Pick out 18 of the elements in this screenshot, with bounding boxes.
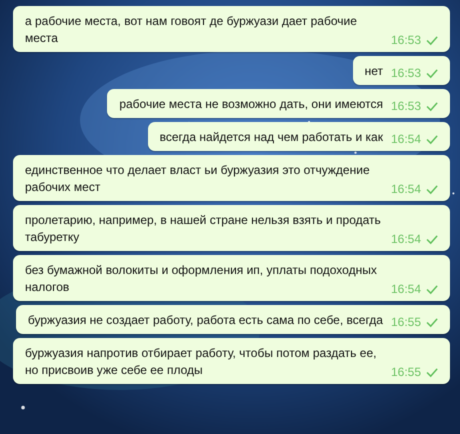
message-time: 16:55 bbox=[390, 364, 421, 380]
message-text: буржуазия напротив отбирает работу, чтобы потом раздать ее, но присвоив уже себе ее плоды bbox=[24, 345, 378, 379]
message-text: пролетарию, например, в нашей стране нельзя взять и продать табуретку bbox=[24, 212, 382, 246]
message-time: 16:55 bbox=[390, 314, 421, 330]
message-text: нет bbox=[364, 63, 383, 80]
message-time: 16:53 bbox=[390, 32, 421, 48]
message-time: 16:53 bbox=[390, 65, 421, 81]
message-text: буржуазия не создает работу, работа есть сама по себе, всегда bbox=[28, 312, 383, 329]
message-time: 16:54 bbox=[390, 231, 421, 247]
message-time: 16:53 bbox=[390, 98, 421, 114]
message-time: 16:54 bbox=[390, 181, 421, 197]
message-text: всегда найдется над чем работать и как bbox=[160, 129, 383, 146]
message-time: 16:54 bbox=[390, 281, 421, 297]
message-text: единственное что делает власт ьи буржуазия это отчуждение рабочих мест bbox=[24, 162, 371, 196]
message-text: рабочие места не возможно дать, они имеются bbox=[119, 96, 383, 113]
message-text: а рабочие места, вот нам говоят де буржуази дает рабочие места bbox=[24, 13, 358, 47]
message-time: 16:54 bbox=[390, 131, 421, 147]
message-text: без бумажной волокиты и оформления ип, уплаты подоходных налогов bbox=[24, 262, 378, 296]
